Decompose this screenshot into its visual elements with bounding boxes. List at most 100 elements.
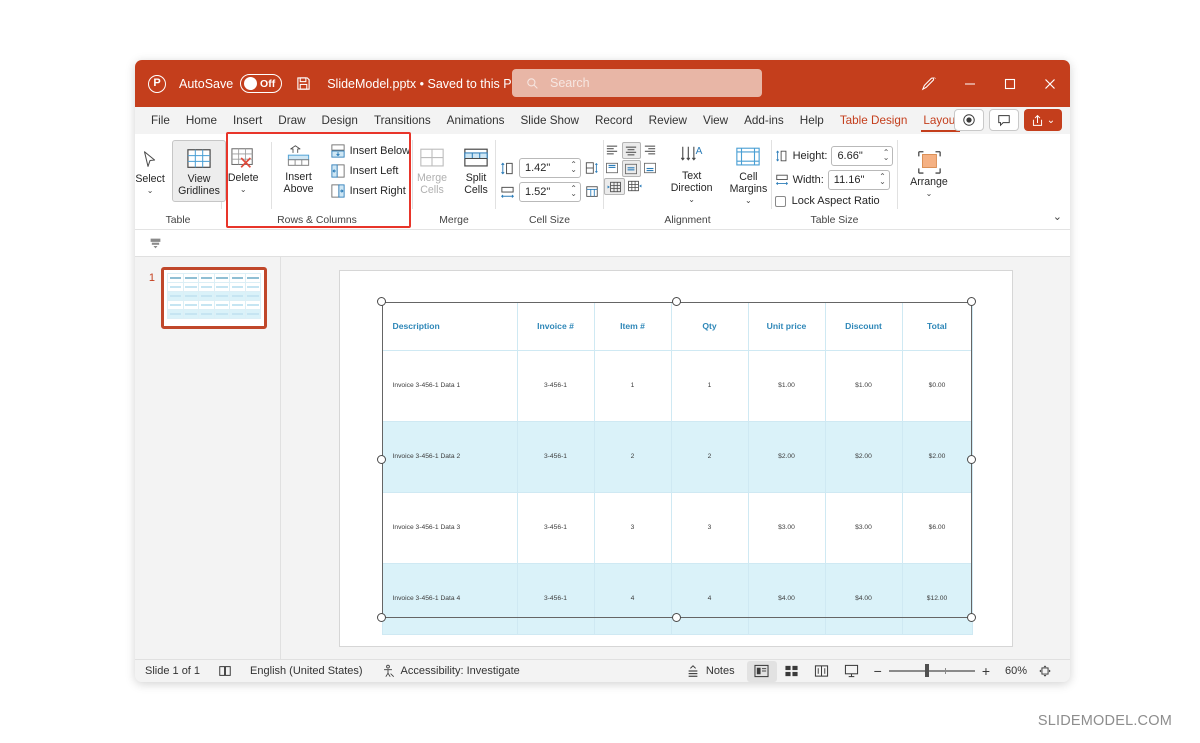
search-input[interactable]: Search [512, 69, 762, 97]
table-cell[interactable]: $2.00 [902, 421, 972, 492]
table-row[interactable]: Invoice 3-456-1 Data 4 3-456-1 4 4 $4.00… [382, 563, 972, 634]
spinner-arrows[interactable]: ⌃⌄ [883, 151, 890, 161]
tab-design[interactable]: Design [314, 111, 366, 130]
slide-count[interactable]: Slide 1 of 1 [145, 665, 200, 677]
resize-handle-bottom-center[interactable] [672, 613, 681, 622]
tab-animations[interactable]: Animations [439, 111, 513, 130]
align-top-icon[interactable] [604, 160, 621, 177]
zoom-thumb[interactable] [925, 664, 929, 677]
tab-slide-show[interactable]: Slide Show [513, 111, 587, 130]
accessibility-status[interactable]: Accessibility: Investigate [381, 664, 520, 678]
insert-below-button[interactable]: Insert Below [328, 142, 414, 159]
table-cell[interactable]: $3.00 [748, 492, 825, 563]
table-cell[interactable]: $1.00 [748, 350, 825, 421]
select-button[interactable]: Select ⌄ [135, 140, 170, 198]
tab-record[interactable]: Record [587, 111, 641, 130]
resize-handle-top-center[interactable] [672, 297, 681, 306]
table-cell[interactable]: Invoice 3-456-1 Data 1 [382, 350, 517, 421]
table-cell[interactable]: 3-456-1 [517, 421, 594, 492]
checkbox-box[interactable] [775, 196, 786, 207]
delete-button[interactable]: Delete ⌄ [223, 140, 264, 197]
merge-cells-button[interactable]: Merge Cells [412, 140, 452, 200]
maximize-button[interactable] [990, 60, 1030, 107]
table-cell[interactable]: $6.00 [902, 492, 972, 563]
spinner-arrows[interactable]: ⌃⌄ [570, 187, 577, 197]
table-cell[interactable]: 3 [594, 492, 671, 563]
insert-above-button[interactable]: Insert Above [279, 140, 319, 199]
insert-left-button[interactable]: Insert Left [328, 162, 414, 179]
table-height-field[interactable]: Height: 6.66" ⌃⌄ [775, 146, 894, 166]
table-direction-ltr-icon[interactable] [604, 178, 625, 195]
zoom-level[interactable]: 60% [997, 665, 1027, 677]
reading-view-button[interactable] [807, 661, 837, 682]
lock-aspect-ratio-checkbox[interactable]: Lock Aspect Ratio [775, 195, 880, 207]
split-cells-button[interactable]: Split Cells [456, 140, 496, 200]
table-cell[interactable]: Invoice 3-456-1 Data 4 [382, 563, 517, 634]
share-button[interactable]: ⌄ [1024, 109, 1062, 131]
zoom-in-button[interactable]: + [982, 663, 990, 679]
tab-file[interactable]: File [143, 111, 178, 130]
slide-thumbnail-1[interactable] [161, 267, 267, 329]
tab-insert[interactable]: Insert [225, 111, 270, 130]
save-icon[interactable] [296, 76, 311, 91]
table-row[interactable]: Invoice 3-456-1 Data 3 3-456-1 3 3 $3.00… [382, 492, 972, 563]
resize-handle-bottom-left[interactable] [377, 613, 386, 622]
normal-view-button[interactable] [747, 661, 777, 682]
slide-canvas[interactable]: Description Invoice # Item # Qty Unit pr… [339, 270, 1013, 647]
align-left-icon[interactable] [604, 142, 621, 159]
table-cell[interactable]: Invoice 3-456-1 Data 2 [382, 421, 517, 492]
table-cell[interactable]: $4.00 [825, 563, 902, 634]
table-row[interactable]: Invoice 3-456-1 Data 1 3-456-1 1 1 $1.00… [382, 350, 972, 421]
arrange-button[interactable]: Arrange ⌄ [905, 140, 953, 201]
table-cell[interactable]: $4.00 [748, 563, 825, 634]
slide-show-button[interactable] [837, 661, 867, 682]
comment-icon[interactable] [989, 109, 1019, 131]
table-cell[interactable]: 3 [671, 492, 748, 563]
tab-add-ins[interactable]: Add-ins [736, 111, 792, 130]
table-tools-icon[interactable] [149, 237, 162, 250]
zoom-slider[interactable]: − + [874, 663, 990, 679]
table-cell[interactable]: $0.00 [902, 350, 972, 421]
table-cell[interactable]: 4 [594, 563, 671, 634]
tab-review[interactable]: Review [641, 111, 695, 130]
row-height-input[interactable]: 1.42" ⌃⌄ [519, 158, 581, 178]
resize-handle-top-left[interactable] [377, 297, 386, 306]
ribbon-expand-caret-icon[interactable]: ⌄ [1053, 210, 1062, 223]
table-cell[interactable]: 2 [671, 421, 748, 492]
fit-to-window-button[interactable] [1030, 661, 1060, 682]
table-cell[interactable]: 3-456-1 [517, 492, 594, 563]
pen-icon[interactable] [906, 60, 950, 107]
align-center-icon[interactable] [622, 142, 641, 159]
table-row-height-field[interactable]: 1.42" ⌃⌄ [500, 158, 599, 178]
zoom-track[interactable] [889, 670, 975, 672]
table-cell[interactable]: 3-456-1 [517, 563, 594, 634]
resize-handle-middle-left[interactable] [377, 455, 386, 464]
table-cell[interactable]: $2.00 [748, 421, 825, 492]
cell-margins-button[interactable]: Cell Margins ⌄ [725, 142, 773, 208]
slide-table[interactable]: Description Invoice # Item # Qty Unit pr… [382, 302, 973, 635]
document-title[interactable]: SlideModel.pptx • Saved to this PC [327, 77, 520, 91]
align-bottom-icon[interactable] [642, 160, 659, 177]
column-width-input[interactable]: 1.52" ⌃⌄ [519, 182, 581, 202]
insert-right-button[interactable]: Insert Right [328, 182, 414, 199]
language-status[interactable]: English (United States) [250, 665, 363, 677]
table-cell[interactable]: 1 [594, 350, 671, 421]
table-height-input[interactable]: 6.66" ⌃⌄ [831, 146, 893, 166]
resize-handle-middle-right[interactable] [967, 455, 976, 464]
table-cell[interactable]: $1.00 [825, 350, 902, 421]
tab-table-design[interactable]: Table Design [832, 111, 916, 130]
table-row[interactable]: Invoice 3-456-1 Data 2 3-456-1 2 2 $2.00… [382, 421, 972, 492]
table-direction-rtl-icon[interactable] [626, 178, 645, 195]
tab-home[interactable]: Home [178, 111, 225, 130]
resize-handle-top-right[interactable] [967, 297, 976, 306]
notes-button[interactable]: Notes [686, 664, 735, 678]
spinner-arrows[interactable]: ⌃⌄ [570, 163, 577, 173]
tab-help[interactable]: Help [792, 111, 832, 130]
table-cell[interactable]: $2.00 [825, 421, 902, 492]
tab-transitions[interactable]: Transitions [366, 111, 439, 130]
align-right-icon[interactable] [642, 142, 659, 159]
tab-draw[interactable]: Draw [270, 111, 313, 130]
slide-sorter-button[interactable] [777, 661, 807, 682]
spinner-arrows[interactable]: ⌃⌄ [879, 175, 886, 185]
table-cell[interactable]: 3-456-1 [517, 350, 594, 421]
